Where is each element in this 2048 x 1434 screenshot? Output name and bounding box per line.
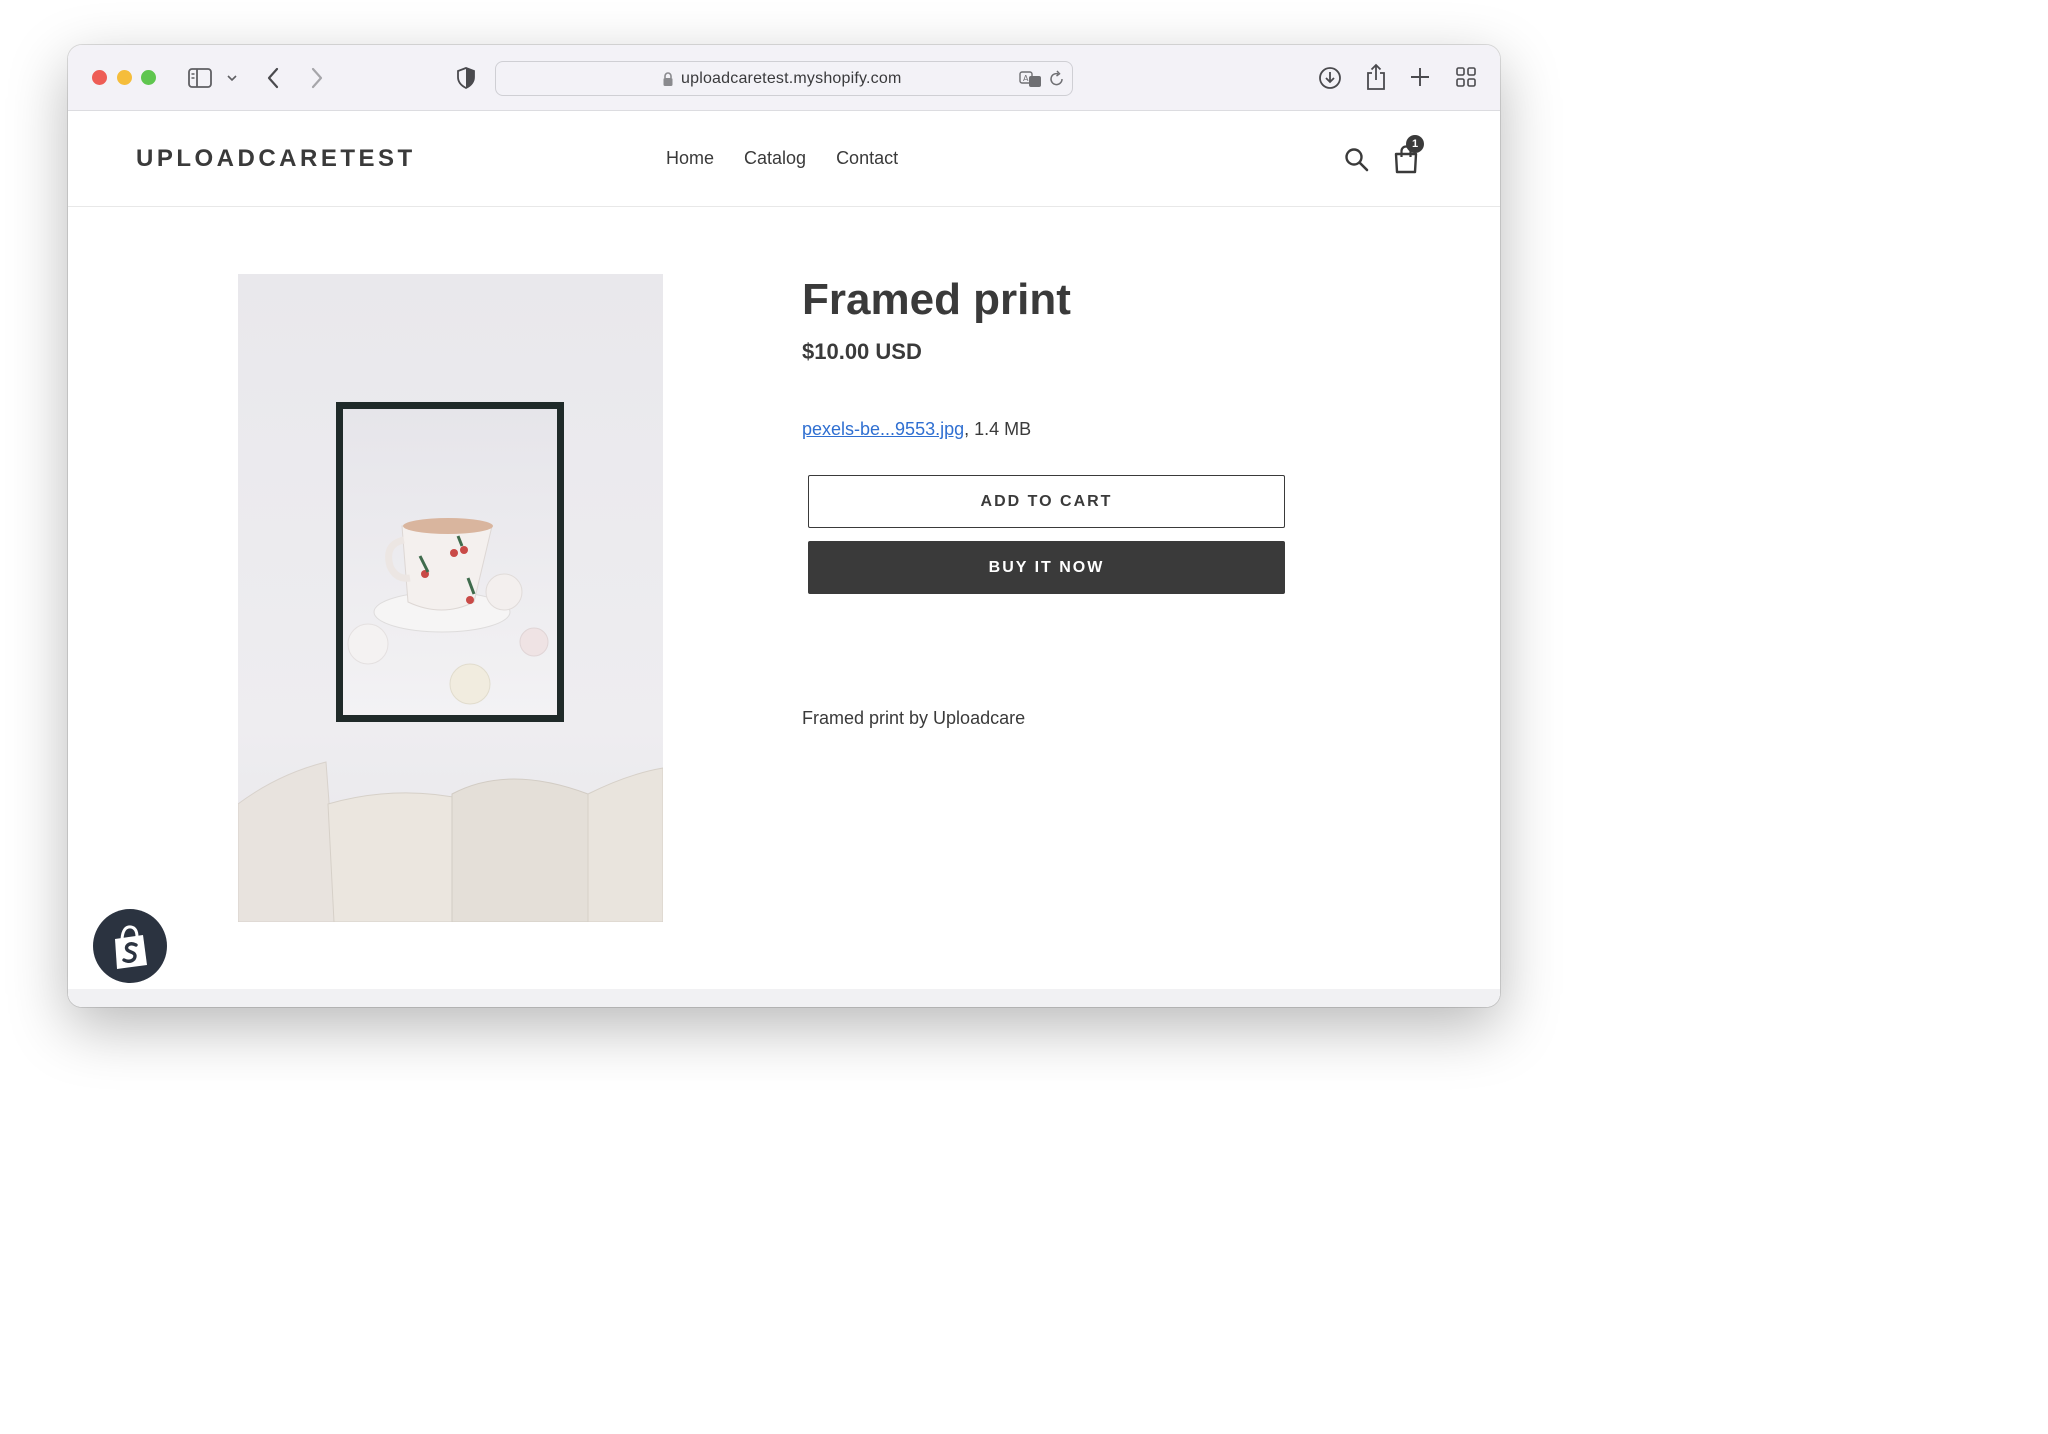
store-logo[interactable]: UPLOADCARETEST: [136, 145, 416, 173]
svg-text:A: A: [1023, 74, 1029, 83]
main-nav: Home Catalog Contact: [666, 148, 898, 169]
tab-overview-icon[interactable]: [1456, 67, 1476, 87]
uploaded-file-link[interactable]: pexels-be...9553.jpg: [802, 419, 964, 439]
cart-count-badge: 1: [1406, 135, 1424, 153]
search-icon[interactable]: [1344, 147, 1370, 173]
downloads-icon[interactable]: [1318, 66, 1342, 90]
lock-icon: [663, 72, 673, 86]
share-icon[interactable]: [1365, 63, 1387, 91]
framed-print-photo: [238, 402, 663, 922]
nav-link-home[interactable]: Home: [666, 148, 714, 169]
product-price: $10.00 USD: [802, 339, 922, 364]
nav-link-catalog[interactable]: Catalog: [744, 148, 806, 169]
browser-toolbar: uploadcaretest.myshopify.com A: [68, 45, 1500, 111]
site-header: UPLOADCARETEST Home Catalog Contact 1: [68, 111, 1500, 207]
buy-it-now-button[interactable]: BUY IT NOW: [808, 541, 1285, 594]
store-page: UPLOADCARETEST Home Catalog Contact 1 Fr…: [68, 111, 1500, 1007]
close-window-button[interactable]: [92, 70, 107, 85]
chevron-down-icon[interactable]: [226, 73, 238, 83]
product-image[interactable]: [238, 274, 663, 922]
reload-icon[interactable]: [1049, 70, 1065, 88]
nav-link-contact[interactable]: Contact: [836, 148, 898, 169]
back-arrow-icon[interactable]: [265, 66, 281, 90]
page-footer-strip: [68, 989, 1500, 1007]
add-to-cart-button[interactable]: ADD TO CART: [808, 475, 1285, 528]
product-title: Framed print: [802, 275, 1071, 324]
maximize-window-button[interactable]: [141, 70, 156, 85]
uploaded-file-size: , 1.4 MB: [964, 419, 1032, 439]
shopify-bag-icon: [115, 925, 147, 969]
address-bar[interactable]: uploadcaretest.myshopify.com A: [495, 61, 1073, 96]
product-description: Framed print by Uploadcare: [802, 708, 1026, 728]
uploaded-file-info: pexels-be...9553.jpg, 1.4 MB: [802, 419, 1031, 440]
minimize-window-button[interactable]: [117, 70, 132, 85]
sidebar-toggle-icon[interactable]: [187, 67, 213, 89]
shopify-chat-button[interactable]: [93, 909, 167, 983]
url-text: uploadcaretest.myshopify.com: [681, 70, 902, 87]
new-tab-icon[interactable]: [1410, 67, 1430, 87]
privacy-shield-icon[interactable]: [456, 66, 476, 90]
translate-icon[interactable]: A: [1019, 70, 1043, 88]
forward-arrow-icon[interactable]: [309, 66, 325, 90]
browser-window: uploadcaretest.myshopify.com A UPLOADCAR…: [68, 45, 1500, 1007]
